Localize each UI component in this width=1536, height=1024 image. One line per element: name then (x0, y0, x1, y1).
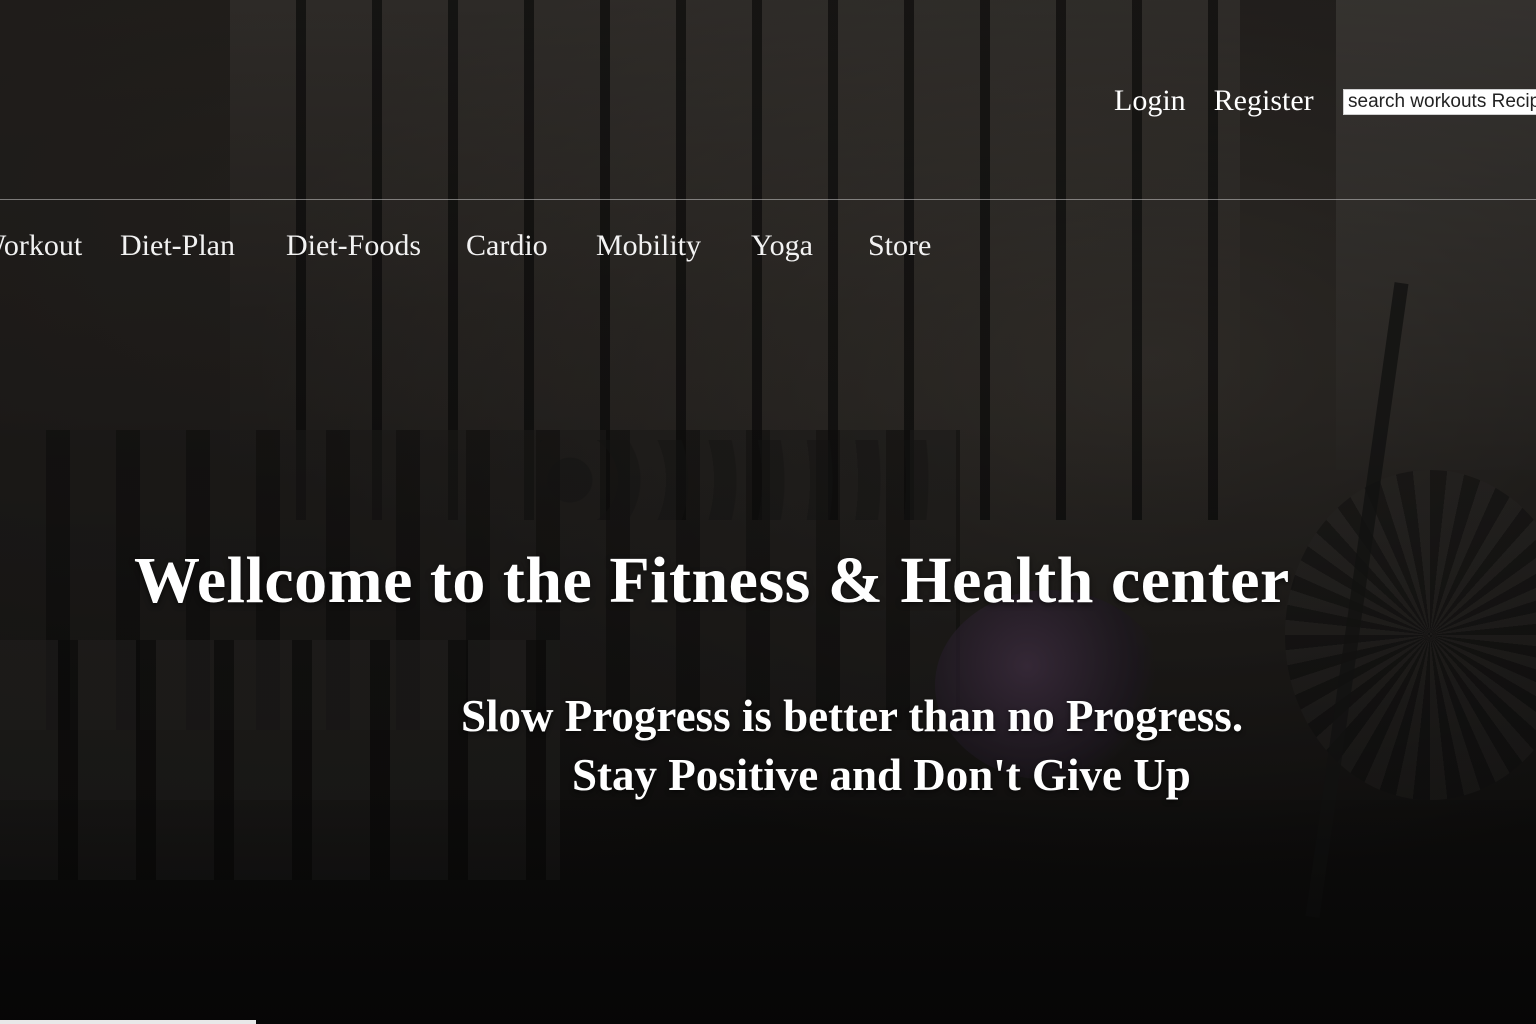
gym-background-image (0, 0, 1536, 1024)
hero-tagline-line-1: Slow Progress is better than no Progress… (461, 691, 1244, 741)
hero-tagline-line-2: Stay Positive and Don't Give Up (572, 750, 1191, 800)
nav-item-yoga[interactable]: Yoga (751, 226, 813, 266)
nav-item-cardio[interactable]: Cardio (466, 226, 548, 266)
header-divider (0, 199, 1536, 200)
login-link[interactable]: Login (1114, 82, 1186, 120)
auth-links: Login Register (1114, 82, 1314, 120)
nav-item-diet-foods[interactable]: Diet-Foods (286, 226, 421, 266)
register-link[interactable]: Register (1214, 82, 1314, 120)
nav-item-store[interactable]: Store (868, 226, 931, 266)
search-input[interactable] (1343, 89, 1536, 115)
background-dark-overlay (0, 0, 1536, 1024)
bottom-scroll-indicator (0, 1020, 256, 1024)
nav-item-workout[interactable]: Workout (0, 226, 82, 266)
hero-title: Wellcome to the Fitness & Health center (134, 544, 1290, 617)
landing-page: Login Register Workout Diet-Plan Diet-Fo… (0, 0, 1536, 1024)
nav-item-diet-plan[interactable]: Diet-Plan (120, 226, 235, 266)
nav-item-mobility[interactable]: Mobility (596, 226, 701, 266)
